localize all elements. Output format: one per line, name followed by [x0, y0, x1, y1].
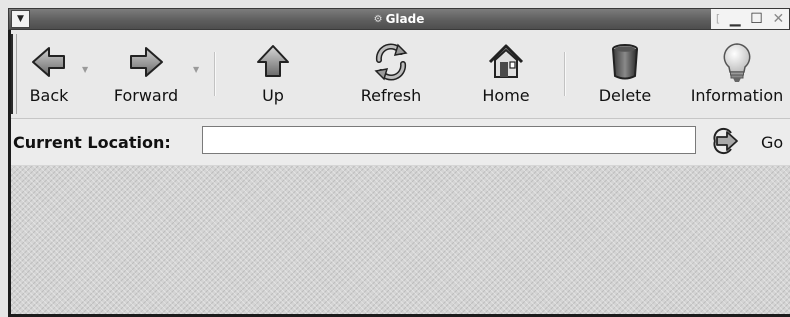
window-controls: [ ▁ ☐ ✕ [711, 9, 789, 29]
app-icon: ⚙ [373, 13, 383, 25]
refresh-button[interactable]: Refresh [351, 30, 431, 118]
refresh-icon [374, 43, 408, 81]
maximize-icon[interactable]: ☐ [750, 12, 763, 26]
home-icon [488, 44, 524, 78]
back-history-chevron-down-icon[interactable]: ▼ [82, 65, 88, 74]
trash-can-icon [612, 44, 638, 80]
home-button[interactable]: Home [471, 30, 541, 118]
up-arrow-icon [257, 45, 289, 77]
left-arrow-icon [32, 47, 65, 77]
delete-button[interactable]: Delete [589, 30, 661, 118]
content-area[interactable] [11, 166, 790, 314]
title-bar[interactable]: ▼ ⚙ Glade [ ▁ ☐ ✕ [8, 8, 790, 30]
current-location-label: Current Location: [13, 133, 171, 152]
location-input[interactable] [202, 126, 696, 154]
information-button[interactable]: Information [687, 30, 787, 118]
go-button[interactable]: Go [761, 133, 783, 152]
close-icon[interactable]: ✕ [772, 12, 784, 26]
toolbar-separator [214, 52, 216, 96]
refresh-label: Refresh [360, 86, 422, 105]
light-bulb-icon [723, 43, 751, 82]
up-label: Up [262, 86, 284, 105]
title-separator: [ [715, 12, 721, 25]
go-arrow-icon[interactable] [711, 127, 741, 155]
back-button[interactable]: Back [19, 30, 79, 118]
back-label: Back [29, 86, 69, 105]
forward-history-chevron-down-icon[interactable]: ▼ [193, 65, 199, 74]
toolbar-handle[interactable] [11, 34, 17, 114]
up-button[interactable]: Up [243, 30, 303, 118]
glade-window: ▼ ⚙ Glade [ ▁ ☐ ✕ Back ▼ Forward ▼ Up Re… [0, 0, 790, 317]
toolbar: Back ▼ Forward ▼ Up Refresh Home Delete … [11, 30, 790, 119]
toolbar-separator [564, 52, 566, 96]
home-label: Home [482, 86, 530, 105]
minimize-icon[interactable]: ▁ [730, 12, 741, 26]
information-label: Information [690, 86, 784, 105]
delete-label: Delete [598, 86, 652, 105]
window-title: Glade [385, 12, 425, 26]
forward-label: Forward [113, 86, 179, 105]
location-bar: Current Location: Go [11, 119, 790, 166]
forward-button[interactable]: Forward [101, 30, 191, 118]
window-title-area: ⚙ Glade [9, 9, 789, 29]
right-arrow-icon [130, 47, 163, 77]
